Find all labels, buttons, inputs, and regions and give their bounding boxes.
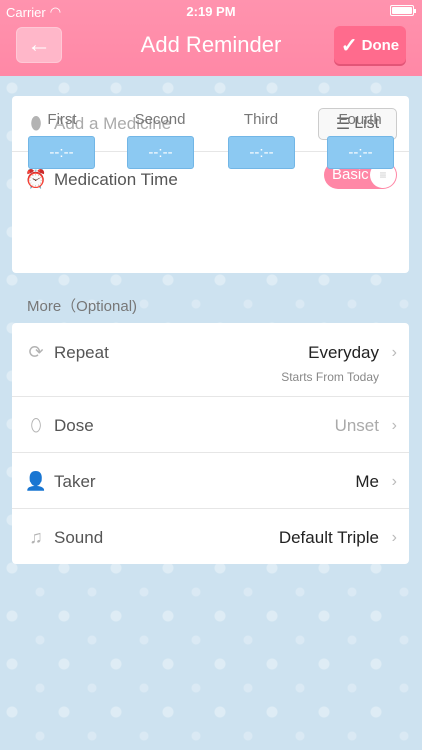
slot-third-label: Third: [243, 111, 279, 128]
check-icon: ✓: [340, 34, 358, 57]
taker-value: Me: [355, 472, 379, 491]
medication-time-label: Medication Time: [54, 170, 178, 189]
person-icon: 👤: [24, 470, 48, 491]
chevron-right-icon: ›: [391, 344, 397, 361]
repeat-row[interactable]: ⟳ Repeat Everyday › Starts From Today: [12, 323, 409, 397]
more-section-title: More（Optional): [27, 298, 138, 315]
repeat-icon: ⟳: [28, 341, 44, 362]
repeat-label: Repeat: [54, 343, 109, 362]
slot-fourth-input[interactable]: --:--: [327, 136, 394, 169]
slot-third-input[interactable]: --:--: [228, 136, 295, 169]
slot-second-label: Second: [134, 111, 186, 128]
taker-row[interactable]: 👤 Taker Me ›: [12, 453, 409, 509]
sound-row[interactable]: ♫ Sound Default Triple ›: [12, 509, 409, 564]
chevron-right-icon: ›: [391, 417, 397, 434]
done-label: Done: [361, 36, 400, 54]
status-bar: Carrier ◠ 2:19 PM: [0, 0, 422, 22]
dose-row[interactable]: ⬯ Dose Unset ›: [12, 397, 409, 453]
music-note-icon: ♫: [29, 526, 43, 547]
nav-bar: Carrier ◠ 2:19 PM ← Add Reminder ✓ Done: [0, 0, 422, 76]
sound-label: Sound: [54, 528, 104, 547]
done-button[interactable]: ✓ Done: [334, 26, 406, 64]
status-time: 2:19 PM: [186, 4, 236, 19]
battery-icon: [390, 5, 416, 16]
dose-value: Unset: [334, 416, 379, 435]
repeat-subtext: Starts From Today: [281, 370, 379, 384]
alarm-clock-icon: ⏰: [24, 168, 48, 189]
slot-second-input[interactable]: --:--: [127, 136, 194, 169]
slot-fourth-label: Fourth: [338, 111, 382, 128]
taker-label: Taker: [54, 472, 96, 491]
options-card: ⟳ Repeat Everyday › Starts From Today ⬯ …: [12, 323, 409, 564]
chevron-right-icon: ›: [391, 529, 397, 546]
sound-value: Default Triple: [278, 528, 379, 547]
slot-first-label: First: [47, 111, 77, 128]
bottle-icon: ⬯: [30, 414, 42, 435]
dose-label: Dose: [54, 416, 94, 435]
chevron-right-icon: ›: [391, 473, 397, 490]
slot-first-input[interactable]: --:--: [28, 136, 95, 169]
repeat-value: Everyday: [308, 343, 379, 362]
medication-time-section: ⏰ Medication Time Basic ≡: [12, 152, 409, 272]
